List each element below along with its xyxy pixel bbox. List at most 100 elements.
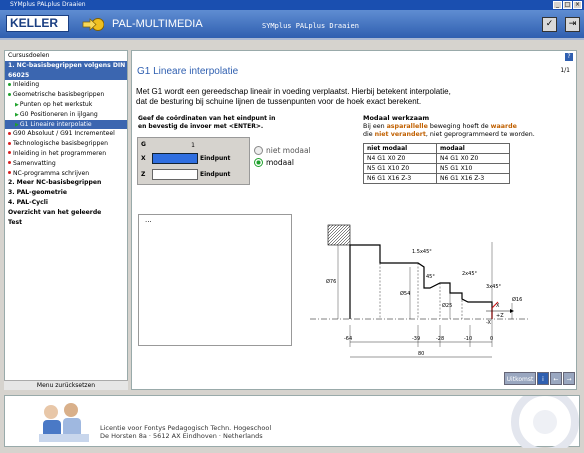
info-button[interactable]: i [537,372,549,385]
sidebar-item[interactable]: Test [5,218,127,228]
dim-d16: Ø16 [512,296,522,303]
sidebar-nav: Cursusdoelen 1. NC-basisbegrippen volgens… [4,50,128,390]
sidebar-item[interactable]: 4. PAL-Cycli [5,198,127,208]
sidebar-item[interactable]: 1. NC-basisbegrippen volgens DIN [5,60,127,71]
triangle-icon: ▶ [15,121,19,128]
dim-d54: Ø54 [400,290,410,297]
modal-description: Bij een asparallelle beweging hoeft de w… [363,123,535,138]
menu-reset-button[interactable]: Menu zurücksetzen [4,380,128,390]
tick-0: 0 [490,336,493,342]
course-title: SYMplus PALplus Draaien [262,22,359,30]
sidebar-item-label: Punten op het werkstuk [19,100,93,108]
status-dot-icon [8,82,11,86]
exit-button[interactable]: ⇥ [565,17,580,32]
chamfer-2: 2x45° [462,271,478,277]
app-name: PAL-MULTIMEDIA [112,18,203,30]
maximize-button[interactable]: □ [563,1,572,9]
status-dot-icon [8,92,11,96]
status-dot-icon [8,131,11,135]
sidebar-item-label: Cursusdoelen [8,52,50,59]
triangle-icon: ▶ [15,111,19,118]
close-button[interactable]: × [573,1,582,9]
sidebar-item[interactable]: ▶G1 Lineaire interpolatie [5,119,127,130]
status-dot-icon [8,141,11,145]
z-label: Z [141,171,146,178]
help-button[interactable]: ? [565,53,573,61]
people-graphic-icon [39,403,89,442]
radio-modaal[interactable] [254,158,263,167]
angle-45: 45° [426,274,435,280]
license-line-2: De Horsten 8a · 5612 AX Eindhoven · Neth… [100,432,263,440]
page-title: G1 Lineare interpolatie [137,66,239,77]
sidebar-item-label: Samenvatting [13,159,56,167]
sidebar-item[interactable]: NC-programma schrijven [5,169,127,179]
sidebar-item-label: Inleiding [13,81,40,89]
workpiece-contour [349,244,493,319]
label-neg-x: -X [486,320,492,326]
program-box: ... [138,214,292,346]
form-label-2: en bevestig de invoer met <ENTER>. [138,123,264,130]
chuck-jaw [327,224,351,246]
form-instructions: Geef de coördinaten van het eindpunt in … [138,115,275,131]
tick-10: -10 [464,336,472,342]
sidebar-item-label: Geometrische basisbegrippen [13,91,105,99]
next-button[interactable]: → [563,372,575,385]
program-text: ... [145,216,152,224]
sidebar-item-label: Test [8,218,23,226]
chamfer-1: 1.5x45° [412,249,432,255]
sidebar-item[interactable]: Cursusdoelen [5,51,127,61]
sidebar-item-label: 1. NC-basisbegrippen volgens DIN [8,61,126,69]
modal-title: Modaal werkzaam [363,114,430,122]
intro-line-2: dat de besturing bij schuine lijnen de t… [136,97,422,106]
sidebar-item[interactable]: Geometrische basisbegrippen [5,90,127,100]
radio-niet-modaal-label: niet modaal [266,146,311,155]
sidebar-item[interactable]: Inleiding in het programmeren [5,149,127,159]
table-cell: N4 G1 X0 Z0 [436,153,510,164]
prev-button[interactable]: ← [550,372,562,385]
status-dot-icon [8,171,11,175]
sidebar-item[interactable]: ▶G0 Positioneren in ijlgang [5,110,127,120]
z-input[interactable] [152,169,198,180]
dimension-lines [337,242,513,347]
bookmark-button[interactable]: ✓ [542,17,557,32]
result-button[interactable]: Uitkomst [504,372,536,385]
g-label: G [141,141,146,148]
x-input[interactable] [152,153,198,164]
table-cell: N5 G1 X10 [436,163,510,174]
license-line-1: Licentie voor Fontys Pedagogisch Techn. … [100,424,272,432]
sidebar-item-label: G90 Absoluut / G91 Incrementeel [13,130,115,138]
arrow-right-icon: → [566,376,572,383]
sidebar-item[interactable]: Overzicht van het geleerde [5,208,127,218]
sidebar-item[interactable]: 3. PAL-geometrie [5,188,127,198]
triangle-icon: ▶ [15,101,19,108]
radio-niet-modaal[interactable] [254,146,263,155]
sidebar-item-label: 2. Meer NC-basisbegrippen [8,179,102,187]
sidebar-item[interactable]: G90 Absoluut / G91 Incrementeel [5,129,127,139]
sidebar-item[interactable]: Inleiding [5,80,127,90]
label-x: X [496,303,500,309]
tick-64: -64 [344,336,352,342]
info-icon: i [542,376,544,383]
table-cell: N6 G1 X16 Z-3 [436,173,510,184]
sidebar-item-label: NC-programma schrijven [13,169,90,177]
arrow-disc-icon [82,18,104,31]
sidebar-item[interactable]: 66025 [5,70,127,81]
g-value: 1 [152,140,198,151]
sidebar-item[interactable]: ▶Punten op het werkstuk [5,100,127,110]
intro-line-1: Met G1 wordt een gereedschap lineair in … [136,87,451,96]
table-cell: N4 G1 X0 Z0 [363,153,437,164]
x-endpoint-label: Eindpunt [200,155,231,162]
sidebar-item-label: G0 Positioneren in ijlgang [19,110,98,118]
sidebar-item[interactable]: Technologische basisbegrippen [5,139,127,149]
table-header: niet modaal [363,143,437,154]
sidebar-item[interactable]: 2. Meer NC-basisbegrippen [5,178,127,188]
minimize-button[interactable]: _ [553,1,562,9]
sidebar-item-label: Inleiding in het programmeren [13,149,107,157]
x-label: X [141,155,146,162]
table-cell: N6 G1 X16 Z-3 [363,173,437,184]
sidebar-item[interactable]: Samenvatting [5,159,127,169]
radio-modaal-label: modaal [266,158,294,167]
table-header: modaal [436,143,510,154]
dim-d76: Ø76 [326,278,336,285]
z-endpoint-label: Eindpunt [200,171,231,178]
